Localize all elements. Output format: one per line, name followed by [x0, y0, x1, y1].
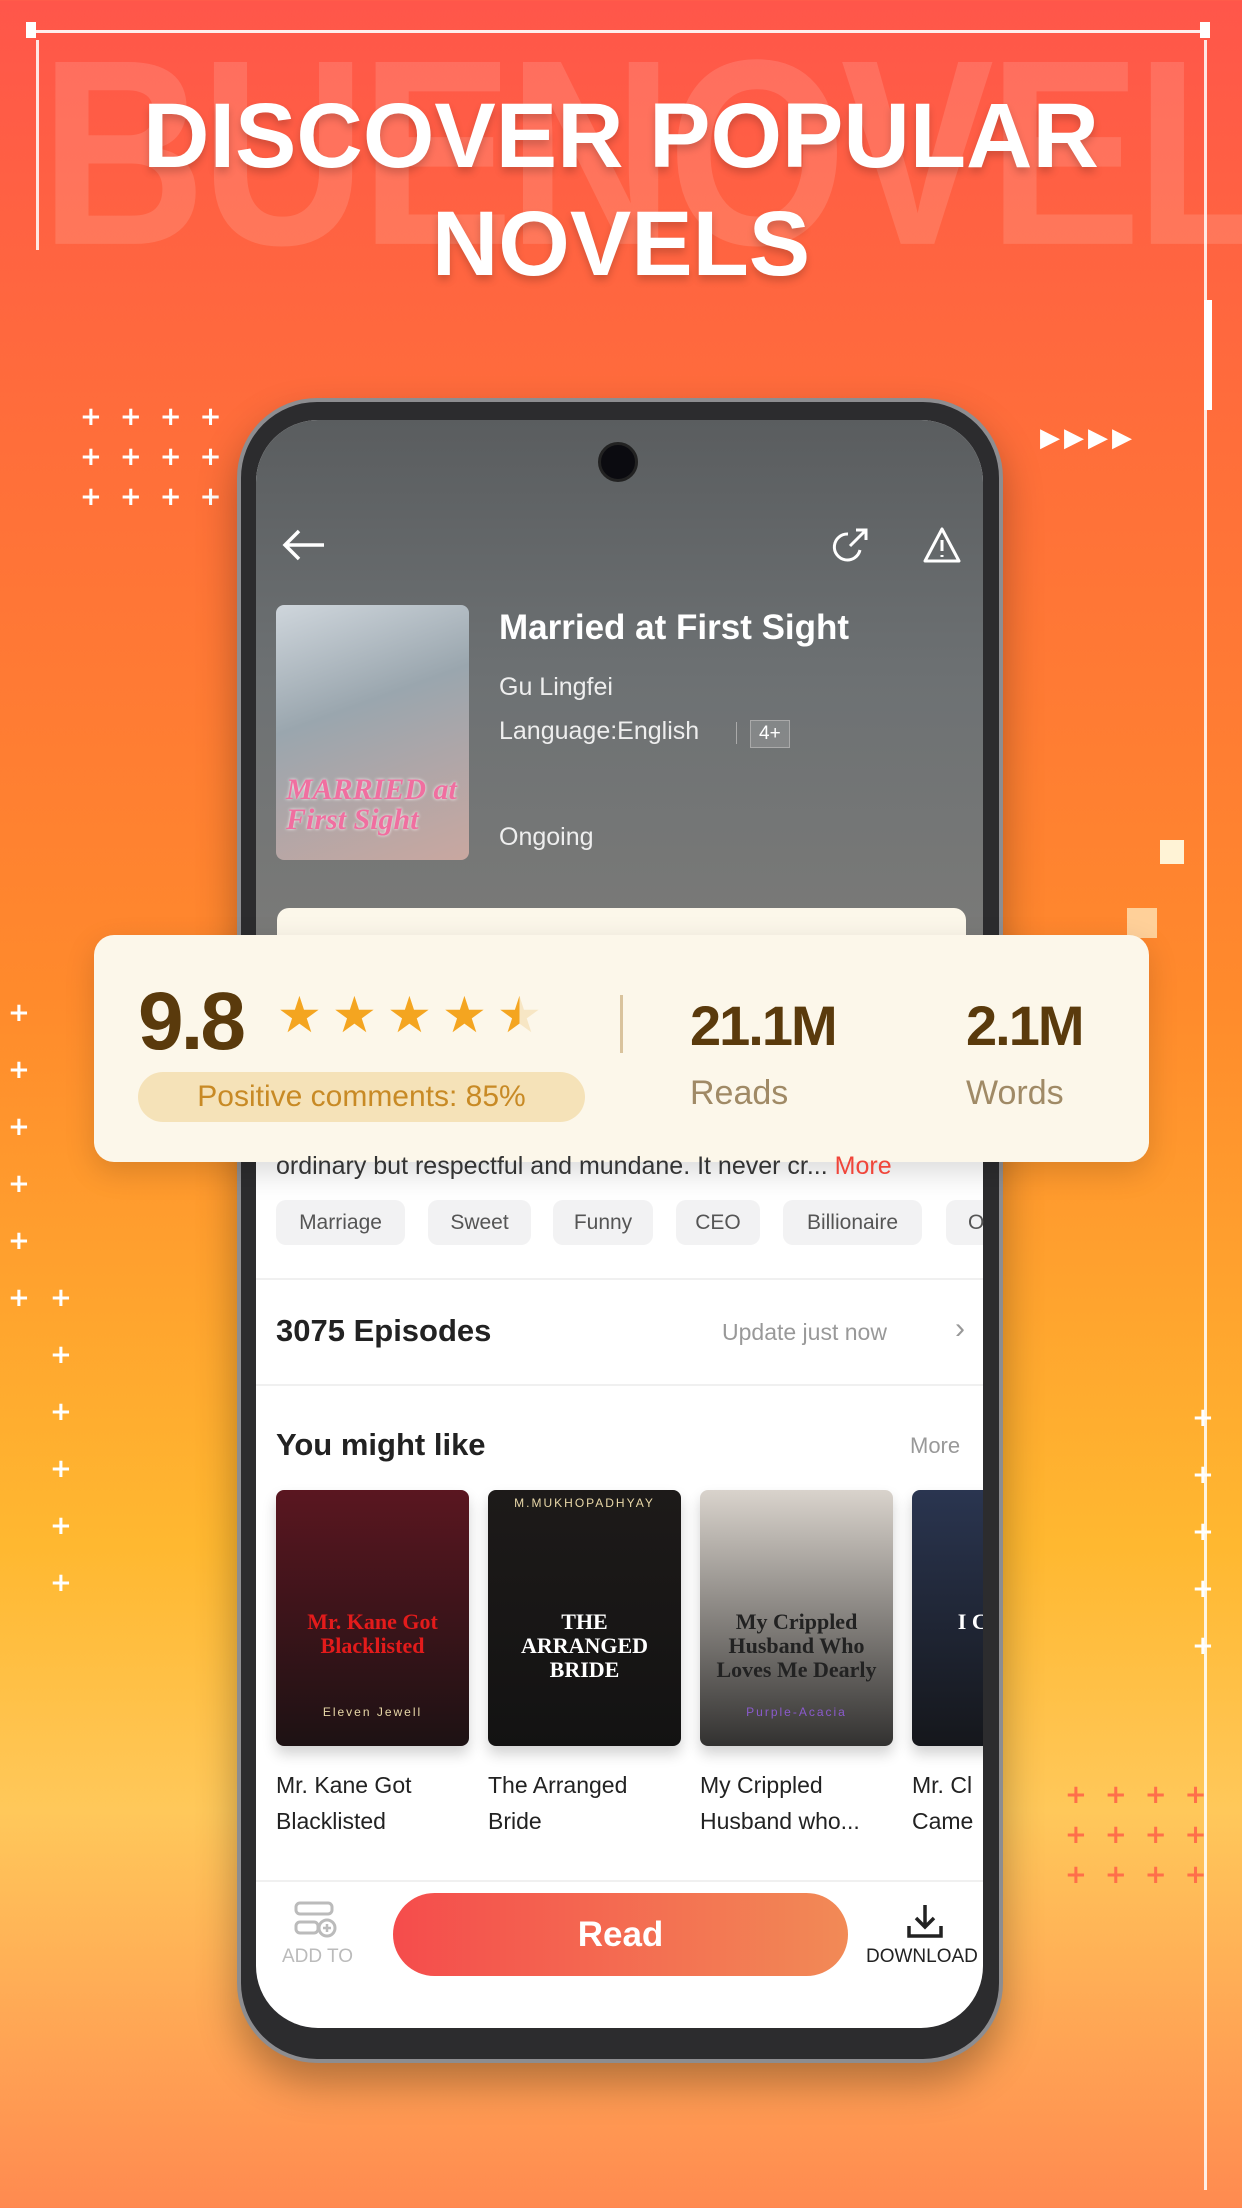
divider	[256, 1384, 983, 1386]
title-line: Mr. Cl	[912, 1772, 973, 1798]
recommend-book-title[interactable]: The Arranged Bride	[488, 1767, 683, 1839]
divider	[256, 1880, 983, 1882]
tag-partial[interactable]: O	[946, 1200, 984, 1245]
divider	[256, 1278, 983, 1280]
cover-author-art: M.MUKHOPADHYAY	[514, 1496, 655, 1510]
add-to-label[interactable]: ADD TO	[270, 1946, 365, 1968]
star-full-icon: ★	[332, 986, 377, 1044]
cover-title-art: MARRIED at First Sight	[286, 773, 457, 836]
cover-title-art: I CAME B	[957, 1609, 983, 1634]
star-full-icon: ★	[387, 986, 432, 1044]
star-full-icon: ★	[442, 986, 487, 1044]
recommend-more-link[interactable]: More	[910, 1433, 960, 1459]
title-line: My Crippled	[700, 1772, 823, 1798]
headline-line1: DISCOVER POPULAR	[143, 85, 1099, 187]
frame-corner	[1200, 22, 1210, 38]
book-title: Married at First Sight	[499, 608, 850, 647]
title-line: Bride	[488, 1808, 542, 1834]
recommend-book-title[interactable]: Mr. Cl Came	[912, 1767, 983, 1839]
recommend-carousel[interactable]: Mr. Kane Got Blacklisted Eleven Jewell Mr.…	[256, 1480, 983, 1880]
reads-label: Reads	[690, 1074, 789, 1112]
frame-corner	[26, 22, 36, 38]
cover-title-art: THE ARRANGED BRIDE	[520, 1609, 649, 1683]
add-to-library-icon[interactable]	[293, 1900, 337, 1938]
read-button[interactable]: Read	[393, 1893, 848, 1976]
star-half-icon: ★	[497, 986, 542, 1044]
book-author[interactable]: Gu Lingfei	[499, 673, 613, 702]
report-warning-icon[interactable]	[922, 526, 962, 564]
age-rating-badge: 4+	[750, 720, 790, 748]
chevron-right-icon[interactable]: ›	[955, 1312, 965, 1346]
square-decoration	[1127, 908, 1157, 938]
download-icon[interactable]	[905, 1902, 945, 1940]
recommend-book-cover[interactable]: Mr. Kane Got Blacklisted Eleven Jewell	[276, 1490, 469, 1746]
recommend-book-cover[interactable]: My Crippled Husband Who Loves Me Dearly P…	[700, 1490, 893, 1746]
tag-funny[interactable]: Funny	[553, 1200, 653, 1245]
book-status: Ongoing	[499, 823, 594, 851]
headline-line2: NOVELS	[431, 193, 811, 295]
title-line: Mr. Kane Got	[276, 1772, 412, 1798]
triangles-decoration: ▶▶▶▶	[1040, 423, 1136, 453]
download-label[interactable]: DOWNLOAD	[866, 1946, 983, 1968]
positive-comments-badge: Positive comments: 85%	[138, 1072, 585, 1122]
episodes-update-status[interactable]: Update just now	[722, 1319, 887, 1346]
you-might-like-heading: You might like	[276, 1427, 486, 1462]
cover-author-art: Eleven Jewell	[322, 1705, 423, 1719]
rating-divider	[620, 995, 623, 1053]
tag-sweet[interactable]: Sweet	[428, 1200, 531, 1245]
description-text: ordinary but respectful and mundane. It …	[276, 1152, 828, 1180]
recommend-book-title[interactable]: My Crippled Husband who...	[700, 1767, 895, 1839]
words-value: 2.1M	[966, 994, 1084, 1057]
book-cover-image: MARRIED at First Sight	[276, 605, 469, 860]
frame-accent	[1204, 300, 1212, 410]
tag-marriage[interactable]: Marriage	[276, 1200, 405, 1245]
tag-ceo[interactable]: CEO	[676, 1200, 760, 1245]
words-label: Words	[966, 1074, 1064, 1112]
cover-title-art: Mr. Kane Got Blacklisted	[307, 1609, 438, 1659]
title-line: Came	[912, 1808, 974, 1834]
back-arrow-icon[interactable]	[282, 528, 326, 562]
book-language: Language:English	[499, 717, 700, 745]
reads-value: 21.1M	[690, 994, 838, 1057]
rating-score: 9.8	[138, 976, 246, 1067]
cover-author-art: Purple-Acacia	[746, 1705, 847, 1719]
tag-billionaire[interactable]: Billionaire	[783, 1200, 922, 1245]
book-description: ordinary but respectful and mundane. It …	[276, 1152, 981, 1182]
description-more-link[interactable]: More	[835, 1152, 892, 1180]
share-icon[interactable]	[830, 526, 870, 566]
square-decoration	[1160, 840, 1184, 864]
star-full-icon: ★	[277, 986, 322, 1044]
title-line: Husband who...	[700, 1808, 860, 1834]
recommend-book-cover[interactable]: THE ARRANGED BRIDE M.MUKHOPADHYAY	[488, 1490, 681, 1746]
recommend-book-cover[interactable]: I CAME B	[912, 1490, 983, 1746]
meta-divider	[736, 722, 737, 744]
camera-icon	[598, 442, 638, 482]
frame-line	[30, 30, 1210, 33]
episodes-count[interactable]: 3075 Episodes	[276, 1313, 491, 1349]
cover-title-art: My Crippled Husband Who Loves Me Dearly	[716, 1609, 877, 1683]
recommend-book-title[interactable]: Mr. Kane Got Blacklisted	[276, 1767, 471, 1839]
title-line: The Arranged	[488, 1772, 628, 1798]
title-line: Blacklisted	[276, 1808, 386, 1834]
